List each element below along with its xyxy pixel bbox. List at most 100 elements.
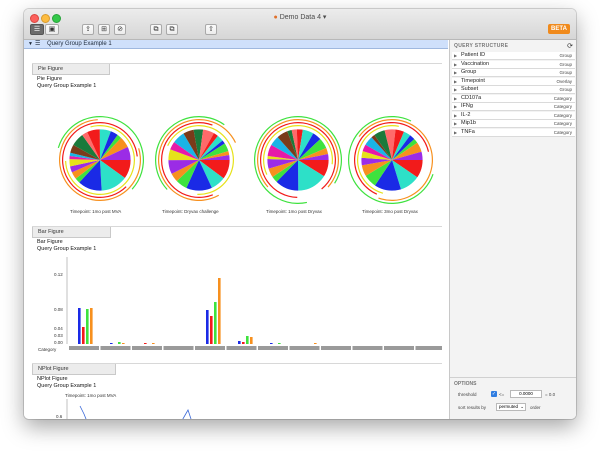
threshold-suffix: = 0.0 — [545, 392, 556, 397]
disclosure-triangle-icon[interactable]: ▶ — [454, 86, 457, 93]
pie-chart — [155, 116, 237, 201]
disclosure-triangle-icon[interactable]: ▼ — [28, 40, 33, 48]
threshold-checkbox[interactable]: ✓ — [491, 391, 497, 397]
category-cell — [226, 346, 257, 350]
disclosure-triangle-icon[interactable]: ▶ — [454, 129, 457, 136]
category-cell — [384, 346, 414, 350]
bar — [278, 343, 281, 344]
query-structure-item[interactable]: ▶ IFNg Category — [452, 103, 575, 111]
order-label: order — [530, 405, 541, 410]
query-structure-item-kind: Group — [559, 53, 572, 58]
copy-right-button[interactable]: ⧉ — [166, 24, 178, 35]
sort-label: sort results by — [458, 405, 487, 410]
image-icon: ▣ — [48, 26, 56, 33]
disclosure-triangle-icon[interactable]: ▶ — [454, 112, 457, 119]
list-icon: ☰ — [33, 26, 41, 33]
category-cell — [289, 346, 320, 350]
bar — [110, 343, 113, 344]
query-structure-item-name: IL-2 — [461, 111, 471, 118]
query-structure-item-kind: Category — [553, 104, 572, 109]
bar — [118, 342, 121, 344]
pie-figure-tab[interactable]: Pie Figure — [32, 64, 111, 75]
database-icon: ☰ — [35, 41, 41, 47]
query-structure-item[interactable]: ▶ Patient ID Group — [452, 52, 575, 60]
query-structure-item-kind: Group — [559, 61, 572, 67]
bar — [218, 278, 221, 344]
bar-figure-section: Bar Figure Bar Figure Query Group Exampl… — [32, 226, 442, 361]
query-structure-item-kind: Category — [553, 129, 572, 135]
disclosure-triangle-icon[interactable]: ▶ — [454, 61, 457, 68]
bar — [206, 310, 209, 344]
bar — [90, 308, 93, 344]
disclosure-triangle-icon[interactable]: ▶ — [454, 120, 457, 127]
query-structure-item-kind: Group — [559, 87, 572, 92]
sidebar-toggle-button[interactable]: ☰ — [30, 24, 44, 35]
category-cell — [100, 346, 131, 350]
query-structure-item[interactable]: ▶ Group Group — [452, 69, 575, 77]
query-structure-panel: QUERY STRUCTURE ⟳ ▶ Patient ID Group ▶ Vacci… — [449, 40, 576, 419]
query-structure-item[interactable]: ▶ IL-2 Category — [452, 111, 575, 120]
query-structure-item-name: TNFa — [461, 128, 475, 135]
upload-icon: ⇪ — [85, 26, 91, 33]
nplot-series-line — [182, 409, 192, 419]
app-window: ● Demo Data 4 ▾ ☰ ▣ ⇪ ⊞ ⊘ ⧉ ⧉ ⇧ BETA ▼ ☰… — [24, 9, 576, 419]
share-button[interactable]: ⇧ — [205, 24, 217, 35]
pie-figure-section: Pie Figure Pie Figure Query Group Exampl… — [32, 63, 442, 229]
document-icon: ● — [273, 14, 278, 21]
list-view-button[interactable]: ▣ — [45, 24, 59, 35]
bar — [242, 342, 245, 344]
copy-left-button[interactable]: ⧉ — [150, 24, 162, 35]
disclosure-triangle-icon[interactable]: ▶ — [454, 78, 457, 85]
query-structure-item-name: Patient ID — [461, 52, 486, 58]
pie-label-1: Timepoint: 1mo post MVA — [70, 209, 122, 214]
bar — [152, 343, 155, 344]
pie-chart — [348, 115, 434, 204]
query-structure-item[interactable]: ▶ CD107a Category — [452, 94, 575, 103]
block-button[interactable]: ⊘ — [114, 24, 126, 35]
threshold-input[interactable]: 0.0000 — [510, 390, 542, 398]
pie-label-4: Timepoint: 3mo post Dryvax — [362, 209, 418, 214]
beta-badge: BETA — [548, 24, 570, 34]
bar — [210, 316, 213, 344]
disclosure-triangle-icon[interactable]: ▶ — [454, 52, 457, 59]
bar — [214, 302, 217, 344]
sort-select-value: permuted — [499, 404, 519, 409]
query-structure-item[interactable]: ▶ Vaccination Group — [452, 60, 575, 69]
pie-chart — [57, 116, 145, 201]
bar-chart — [66, 257, 442, 350]
query-structure-item[interactable]: ▶ Timepoint Overlay — [452, 77, 575, 86]
pie-label-2: Timepoint: Dryvax challenge — [162, 209, 219, 214]
bar — [270, 343, 273, 344]
bar — [82, 327, 85, 344]
bar — [78, 308, 81, 344]
disclosure-triangle-icon[interactable]: ▶ — [454, 95, 457, 102]
bar — [86, 309, 89, 344]
query-structure-item[interactable]: ▶ TNFa Category — [452, 128, 575, 137]
disclosure-triangle-icon[interactable]: ▶ — [454, 103, 457, 110]
block-icon: ⊘ — [117, 26, 123, 33]
nplot-series-line — [79, 405, 87, 419]
figure-area: Pie Figure Pie Figure Query Group Exampl… — [24, 49, 448, 419]
add-icon: ⊞ — [101, 26, 107, 33]
category-cell — [415, 346, 442, 350]
query-structure-item-name: Subset — [461, 86, 479, 92]
disclosure-triangle-icon[interactable]: ▶ — [454, 69, 457, 76]
query-structure-item-kind: Overlay — [556, 78, 572, 84]
sort-select[interactable]: permuted ⌄ — [496, 403, 526, 411]
query-group-row[interactable]: ▼ ☰ Query Group Example 1 — [24, 40, 448, 49]
query-structure-item-kind: Category — [553, 121, 572, 126]
query-structure-item[interactable]: ▶ Mip1b Category — [452, 120, 575, 128]
query-structure-item[interactable]: ▶ Subset Group — [452, 86, 575, 94]
upload-button[interactable]: ⇪ — [82, 24, 94, 35]
options-header: OPTIONS — [454, 381, 477, 387]
bar — [250, 337, 253, 344]
threshold-operator: <= — [499, 392, 505, 397]
category-cell — [352, 346, 383, 350]
query-structure-item-name: Mip1b — [461, 120, 476, 126]
copy-left-icon: ⧉ — [153, 26, 159, 33]
reset-icon[interactable]: ⟳ — [567, 42, 573, 50]
threshold-label: threshold — [458, 392, 477, 397]
nplot-chart — [66, 399, 192, 419]
add-panel-button[interactable]: ⊞ — [98, 24, 110, 35]
query-structure-item-kind: Category — [553, 112, 572, 118]
